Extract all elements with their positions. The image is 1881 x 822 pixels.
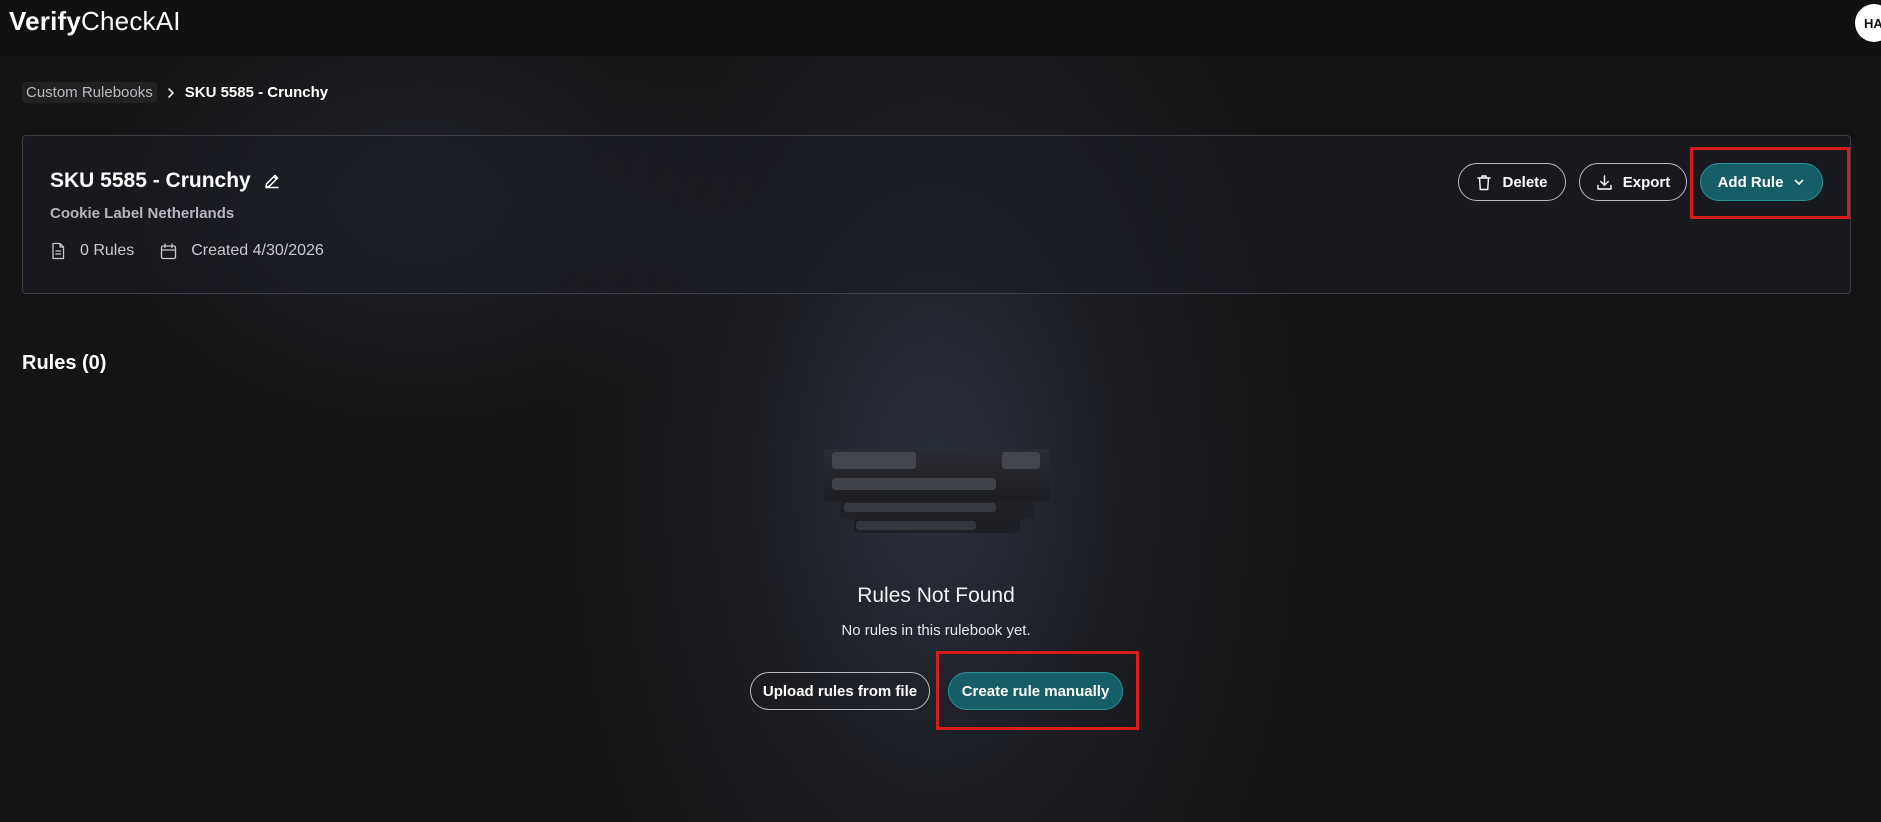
download-icon (1596, 174, 1613, 191)
background-glow (0, 0, 1881, 822)
export-label: Export (1622, 173, 1671, 191)
rulebook-subtitle: Cookie Label Netherlands (50, 205, 235, 222)
user-avatar[interactable]: HA (1855, 4, 1881, 42)
add-rule-label: Add Rule (1717, 173, 1784, 191)
create-rule-manually-button[interactable]: Create rule manually (948, 672, 1123, 710)
breadcrumb: Custom Rulebooks SKU 5585 - Crunchy (22, 82, 328, 103)
chevron-right-icon (165, 87, 177, 99)
export-button[interactable]: Export (1579, 163, 1687, 201)
empty-state-illustration (822, 445, 1052, 545)
delete-button[interactable]: Delete (1458, 163, 1566, 201)
create-rule-label: Create rule manually (961, 682, 1110, 700)
rulebook-title: SKU 5585 - Crunchy (50, 169, 251, 192)
rules-count: 0 Rules (50, 242, 134, 260)
created-date-label: Created 4/30/2026 (191, 242, 324, 259)
created-date: Created 4/30/2026 (160, 242, 324, 260)
app-logo[interactable]: Verify CheckAI (9, 6, 181, 37)
top-bar: Verify CheckAI HA (0, 0, 1881, 56)
empty-state-message: No rules in this rulebook yet. (841, 622, 1031, 639)
rulebook-meta: 0 Rules Created 4/30/2026 (50, 242, 324, 260)
delete-label: Delete (1502, 173, 1548, 191)
rulebook-header-card: SKU 5585 - Crunchy Cookie Label Netherla… (22, 135, 1851, 294)
breadcrumb-custom-rulebooks[interactable]: Custom Rulebooks (22, 82, 157, 103)
pencil-icon[interactable] (263, 172, 281, 190)
chevron-down-icon (1793, 176, 1805, 188)
rules-section-title: Rules (0) (22, 352, 107, 374)
upload-rules-label: Upload rules from file (762, 682, 918, 700)
logo-bold-text: Verify (9, 6, 82, 36)
add-rule-button[interactable]: Add Rule (1700, 163, 1823, 201)
empty-state-title: Rules Not Found (857, 584, 1015, 607)
breadcrumb-current: SKU 5585 - Crunchy (184, 84, 329, 101)
document-icon (50, 242, 66, 260)
logo-light-text: CheckAI (81, 6, 181, 36)
rules-count-label: 0 Rules (80, 242, 135, 259)
trash-icon (1476, 174, 1492, 191)
upload-rules-button[interactable]: Upload rules from file (750, 672, 930, 710)
rulebook-title-row: SKU 5585 - Crunchy (50, 169, 281, 193)
calendar-icon (160, 242, 177, 260)
